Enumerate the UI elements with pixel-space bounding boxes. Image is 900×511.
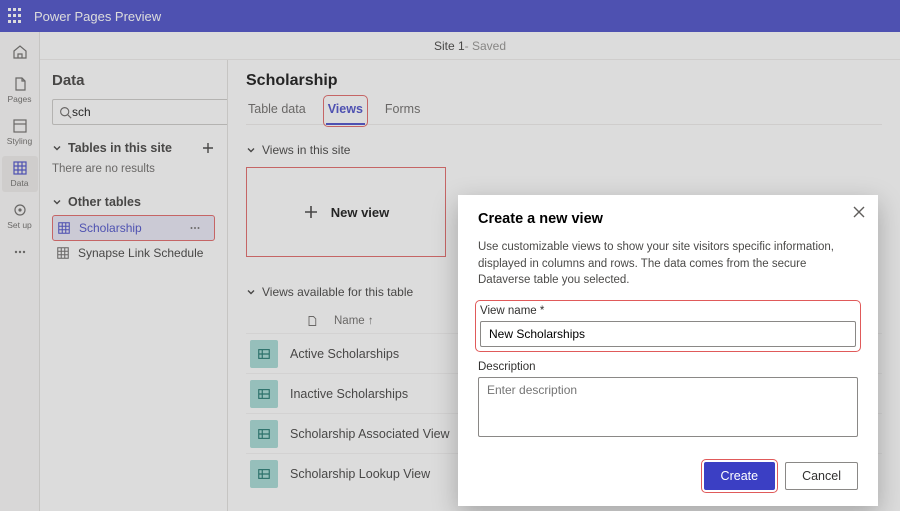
- cancel-button[interactable]: Cancel: [785, 462, 858, 490]
- create-button[interactable]: Create: [704, 462, 776, 490]
- view-name-input[interactable]: [480, 321, 856, 347]
- close-icon: [852, 205, 866, 219]
- dialog-description: Use customizable views to show your site…: [478, 239, 858, 289]
- dialog-title: Create a new view: [478, 211, 858, 227]
- view-name-label: View name: [480, 305, 856, 317]
- view-name-field-group: View name: [478, 303, 858, 349]
- description-input[interactable]: [478, 377, 858, 437]
- dialog-close-button[interactable]: [852, 205, 866, 219]
- description-field-group: Description: [478, 361, 858, 442]
- create-view-dialog: Create a new view Use customizable views…: [458, 195, 878, 506]
- description-label: Description: [478, 361, 858, 373]
